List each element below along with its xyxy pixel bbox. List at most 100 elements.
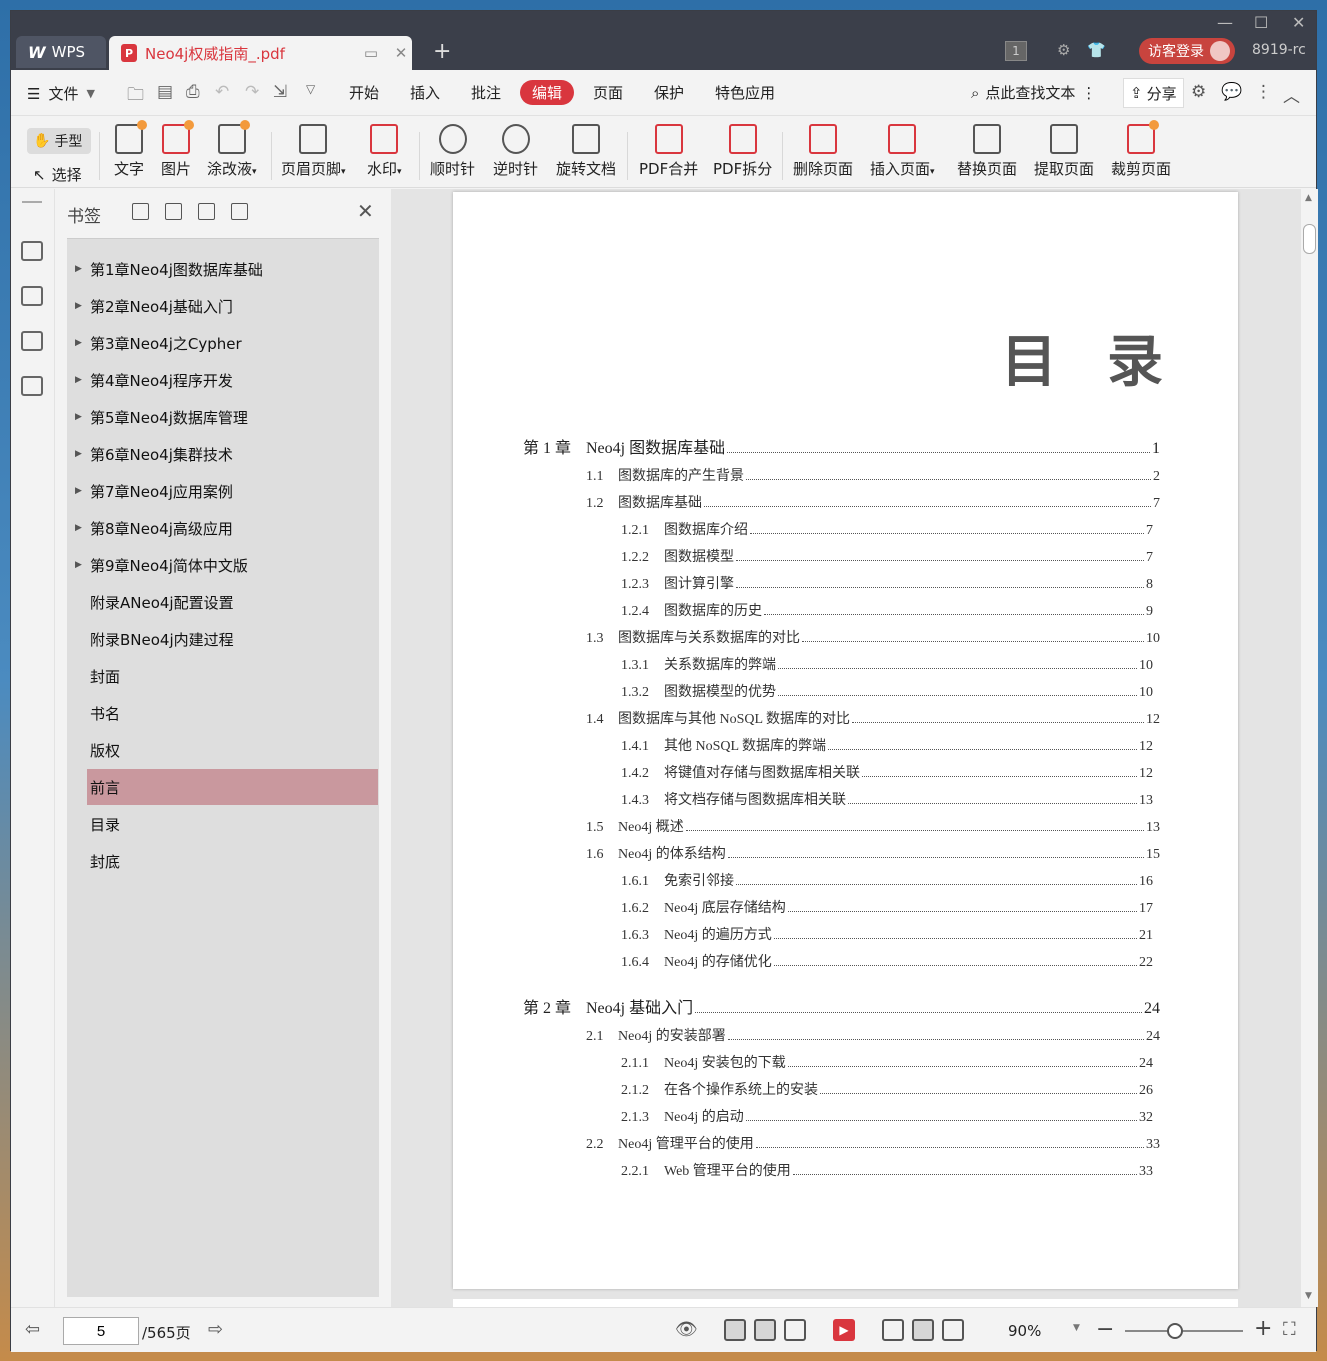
find-text-box[interactable]: ⌕ 点此查找文本 ⋮	[971, 82, 1096, 103]
bookmark-item[interactable]: ▶ 第4章Neo4j程序开发	[75, 362, 378, 398]
toc-entry[interactable]: 1.2.4 图数据库的历史 9	[621, 600, 1153, 620]
toc-entry[interactable]: 1.2.2 图数据模型 7	[621, 546, 1153, 566]
hand-tool-button[interactable]: ✋ 手型	[27, 128, 91, 154]
guest-login-button[interactable]: 访客登录	[1139, 38, 1235, 64]
zoom-level[interactable]: 90%	[1008, 1322, 1041, 1340]
collapse-ribbon-icon[interactable]: ︿	[1283, 82, 1300, 107]
toc-entry[interactable]: 1.2 图数据库基础 7	[586, 492, 1160, 512]
toc-entry[interactable]: 1.6.1 免索引邻接 16	[621, 870, 1153, 890]
toc-entry[interactable]: 2.1.2 在各个操作系统上的安装 26	[621, 1079, 1153, 1099]
annotation-icon[interactable]	[21, 331, 43, 351]
expand-arrow-icon[interactable]: ▶	[75, 486, 82, 496]
toc-entry[interactable]: 2.1.1 Neo4j 安装包的下载 24	[621, 1052, 1153, 1072]
rotate-clockwise-button[interactable]: 顺时针	[430, 124, 475, 179]
pin-icon[interactable]: ▭	[360, 44, 382, 62]
vertical-scrollbar[interactable]: ▲ ▼	[1301, 189, 1318, 1307]
delete-page-button[interactable]: 删除页面	[793, 124, 853, 179]
scroll-up-arrow-icon[interactable]: ▲	[1305, 193, 1312, 203]
bookmark-item[interactable]: 附录ANeo4j配置设置	[87, 584, 378, 620]
redo-icon[interactable]: ↷	[245, 82, 259, 102]
page-number-input[interactable]	[63, 1317, 139, 1345]
expand-arrow-icon[interactable]: ▶	[75, 375, 82, 385]
toc-entry[interactable]: 1.6 Neo4j 的体系结构 15	[586, 843, 1160, 863]
zoom-out-button[interactable]: −	[1096, 1317, 1114, 1342]
expand-arrow-icon[interactable]: ▶	[75, 523, 82, 533]
open-folder-icon[interactable]: 🗀	[127, 82, 144, 111]
header-footer-button[interactable]: 页眉页脚▾	[281, 124, 346, 179]
toc-entry[interactable]: 2.1 Neo4j 的安装部署 24	[586, 1025, 1160, 1045]
next-page-icon[interactable]: ⇨	[208, 1319, 223, 1340]
bookmark-item[interactable]: ▶ 第7章Neo4j应用案例	[75, 473, 378, 509]
bookmark-item[interactable]: 封面	[87, 658, 378, 694]
extract-page-button[interactable]: 提取页面	[1034, 124, 1094, 179]
tab-annotate[interactable]: 批注	[471, 82, 501, 103]
text-edit-button[interactable]: 文字	[114, 120, 147, 179]
add-bookmark-icon[interactable]	[132, 203, 149, 220]
more-options-icon[interactable]: ⋮	[1255, 82, 1272, 102]
fit-page-icon[interactable]	[912, 1319, 934, 1341]
toc-entry[interactable]: 1.4.2 将键值对存储与图数据库相关联 12	[621, 762, 1153, 782]
bookmark-options-icon[interactable]	[231, 203, 248, 220]
toc-entry[interactable]: 1.1 图数据库的产生背景 2	[586, 465, 1160, 485]
actual-size-icon[interactable]	[882, 1319, 904, 1341]
expand-arrow-icon[interactable]: ▶	[75, 264, 82, 274]
bookmark-item[interactable]: 版权	[87, 732, 378, 768]
expand-all-icon[interactable]	[165, 203, 182, 220]
share-button[interactable]: ⇪ 分享	[1123, 78, 1184, 108]
replace-page-button[interactable]: 替换页面	[957, 124, 1017, 179]
expand-arrow-icon[interactable]: ▶	[75, 560, 82, 570]
document-viewport[interactable]: 目录 第 1 章 Neo4j 图数据库基础 1 1.1 图数据库的产生背景 2 1.2 图数据…	[391, 189, 1301, 1307]
tab-edit[interactable]: 编辑	[520, 80, 575, 105]
thumbnail-image-icon[interactable]	[21, 286, 43, 306]
close-icon[interactable]: ✕	[357, 199, 374, 223]
toc-entry[interactable]: 第 2 章 Neo4j 基础入门 24	[523, 994, 1160, 1018]
save-icon[interactable]: ▤	[157, 82, 173, 102]
bookmark-item[interactable]: ▶ 第5章Neo4j数据库管理	[75, 399, 378, 435]
tab-start[interactable]: 开始	[349, 82, 379, 103]
expand-arrow-icon[interactable]: ▶	[75, 301, 82, 311]
toc-entry[interactable]: 1.6.2 Neo4j 底层存储结构 17	[621, 897, 1153, 917]
continuous-scroll-icon[interactable]	[724, 1319, 746, 1341]
wps-home-tab[interactable]: W WPS	[16, 36, 106, 68]
new-tab-button[interactable]: +	[433, 39, 451, 64]
bookmark-item[interactable]: ▶ 第6章Neo4j集群技术	[75, 436, 378, 472]
toc-entry[interactable]: 1.3 图数据库与关系数据库的对比 10	[586, 627, 1160, 647]
toc-entry[interactable]: 1.4 图数据库与其他 NoSQL 数据库的对比 12	[586, 708, 1160, 728]
print-icon[interactable]: ⎙	[186, 82, 200, 102]
toc-entry[interactable]: 1.2.1 图数据库介绍 7	[621, 519, 1153, 539]
document-tab[interactable]: P Neo4j权威指南_.pdf ▭ ✕	[109, 36, 412, 70]
bookmark-item-selected[interactable]: 前言	[87, 769, 378, 805]
minimize-icon[interactable]: —	[1217, 13, 1233, 32]
two-page-icon[interactable]	[784, 1319, 806, 1341]
convert-icon[interactable]: ⇲	[273, 82, 287, 102]
more-vertical-icon[interactable]: ⋮	[1081, 84, 1096, 102]
toc-entry[interactable]: 1.6.3 Neo4j 的遍历方式 21	[621, 924, 1153, 944]
scroll-down-arrow-icon[interactable]: ▼	[1305, 1291, 1312, 1301]
bookmark-item[interactable]: ▶ 第3章Neo4j之Cypher	[75, 325, 378, 361]
bookmark-item[interactable]: ▶ 第9章Neo4j简体中文版	[75, 547, 378, 583]
toc-entry[interactable]: 1.4.3 将文档存储与图数据库相关联 13	[621, 789, 1153, 809]
toc-entry[interactable]: 2.2 Neo4j 管理平台的使用 33	[586, 1133, 1160, 1153]
tab-page[interactable]: 页面	[593, 82, 623, 103]
close-tab-icon[interactable]: ✕	[390, 44, 412, 62]
play-slideshow-icon[interactable]: ▶	[833, 1319, 855, 1341]
attachment-icon[interactable]	[21, 376, 43, 396]
toc-entry[interactable]: 1.3.2 图数据模型的优势 10	[621, 681, 1153, 701]
toc-entry[interactable]: 1.3.1 关系数据库的弊端 10	[621, 654, 1153, 674]
toc-entry[interactable]: 1.2.3 图计算引擎 8	[621, 573, 1153, 593]
image-edit-button[interactable]: 图片	[161, 120, 194, 179]
bookmark-item[interactable]: 目录	[87, 806, 378, 842]
expand-arrow-icon[interactable]: ▶	[75, 412, 82, 422]
pdf-split-button[interactable]: PDF拆分	[713, 124, 772, 179]
previous-page-icon[interactable]: ⇦	[25, 1319, 40, 1340]
eye-protection-icon[interactable]: 👁	[675, 1319, 698, 1340]
expand-arrow-icon[interactable]: ▶	[75, 449, 82, 459]
bookmark-list-icon[interactable]	[21, 241, 43, 261]
bookmark-item[interactable]: ▶ 第1章Neo4j图数据库基础	[75, 251, 378, 287]
fullscreen-icon[interactable]: ⛶	[1283, 1319, 1296, 1340]
zoom-in-button[interactable]: +	[1254, 1316, 1272, 1341]
undo-icon[interactable]: ↶	[215, 82, 229, 102]
maximize-icon[interactable]: ☐	[1254, 13, 1268, 32]
tab-special-apps[interactable]: 特色应用	[715, 82, 775, 103]
tab-protect[interactable]: 保护	[654, 82, 684, 103]
